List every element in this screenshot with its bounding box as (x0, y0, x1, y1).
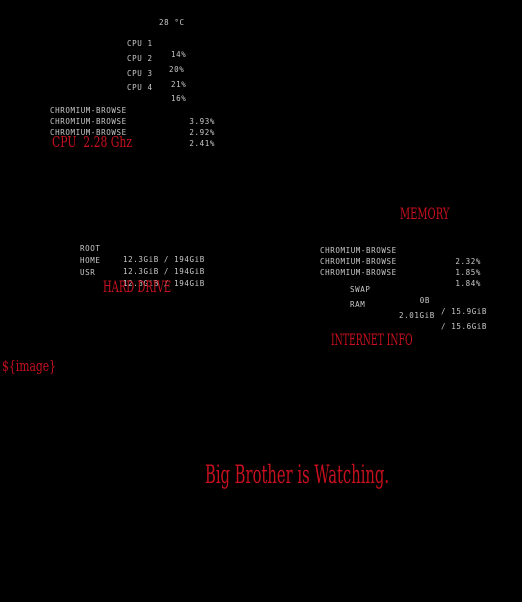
cpu-heading: CPU 2.28 Ghz (52, 133, 133, 151)
memory-process-row: CHROMIUM-BROWSE 1.84% (320, 256, 480, 300)
drive-row: USR 12.3GiB / 194GiB (80, 256, 204, 300)
cpu-core-value: 21% (171, 80, 187, 89)
swap-total: / 15.9GiB (441, 307, 488, 316)
internet-info-heading: INTERNET INFO (331, 330, 413, 349)
cpu-core-value: 20% (169, 65, 185, 74)
memory-process-list: CHROMIUM-BROWSE 2.32% CHROMIUM-BROWSE 1.… (320, 234, 490, 288)
drive-usage: 12.3GiB / 194GiB (123, 255, 205, 264)
cpu-process-list: CHROMIUM-BROWSE 3.93% CHROMIUM-BROWSE 2.… (50, 94, 220, 148)
drive-label: USR (80, 268, 96, 277)
process-value: 3.93% (189, 117, 215, 126)
ram-total: / 15.6GiB (441, 322, 488, 331)
cpu-core-value: 14% (171, 50, 187, 59)
memory-usage-list: SWAP 0B / 15.9GiB RAM 2.01GiB / 15.6GiB (350, 273, 495, 331)
drive-usage: 12.3GiB / 194GiB (123, 267, 205, 276)
process-value: 2.41% (189, 139, 215, 148)
ram-label: RAM (350, 300, 366, 309)
ram-used: 2.01GiB (399, 311, 435, 320)
tagline: Big Brother is Watching. (205, 460, 390, 489)
cpu-core-label: CPU 4 (127, 83, 153, 92)
process-value: 2.92% (189, 128, 215, 137)
process-value: 2.32% (455, 257, 481, 266)
hard-drive-heading: HARD DRIVE (103, 277, 172, 296)
hard-drive-list: ROOT 12.3GiB / 194GiB HOME 12.3GiB / 194… (80, 232, 220, 288)
swap-used: 0B (419, 296, 430, 305)
cpu-cores-list: CPU 1 14% CPU 2 20% CPU 3 21% CPU 4 16% (127, 27, 197, 103)
image-placeholder-text: ${image} (2, 357, 57, 375)
memory-heading: MEMORY (400, 204, 450, 223)
